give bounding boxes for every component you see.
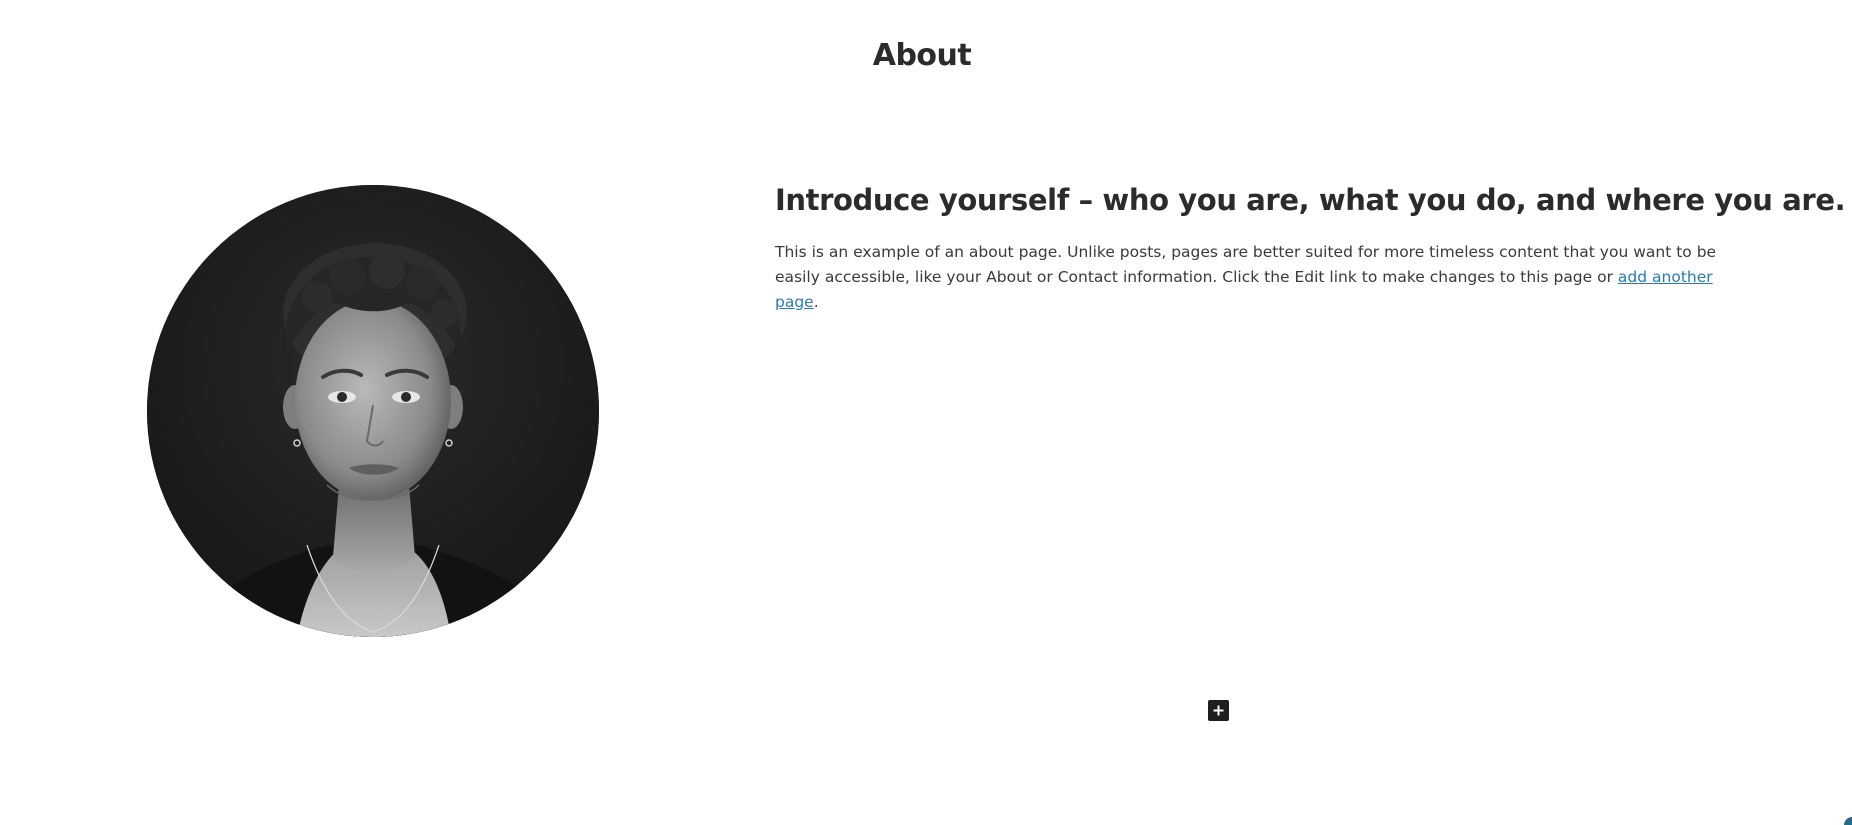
- intro-section: Introduce yourself – who you are, what y…: [775, 182, 1846, 315]
- page-title: About: [872, 38, 972, 73]
- add-block-button[interactable]: [1208, 700, 1229, 721]
- plus-icon: [1213, 705, 1224, 716]
- intro-heading: Introduce yourself – who you are, what y…: [775, 183, 1846, 217]
- intro-paragraph: This is an example of an about page. Unl…: [775, 240, 1735, 315]
- corner-decoration: [1844, 817, 1852, 825]
- intro-paragraph-text: This is an example of an about page. Unl…: [775, 242, 1717, 286]
- portrait-image: [147, 185, 599, 637]
- intro-paragraph-end: .: [813, 292, 819, 311]
- portrait-illustration: [147, 185, 599, 637]
